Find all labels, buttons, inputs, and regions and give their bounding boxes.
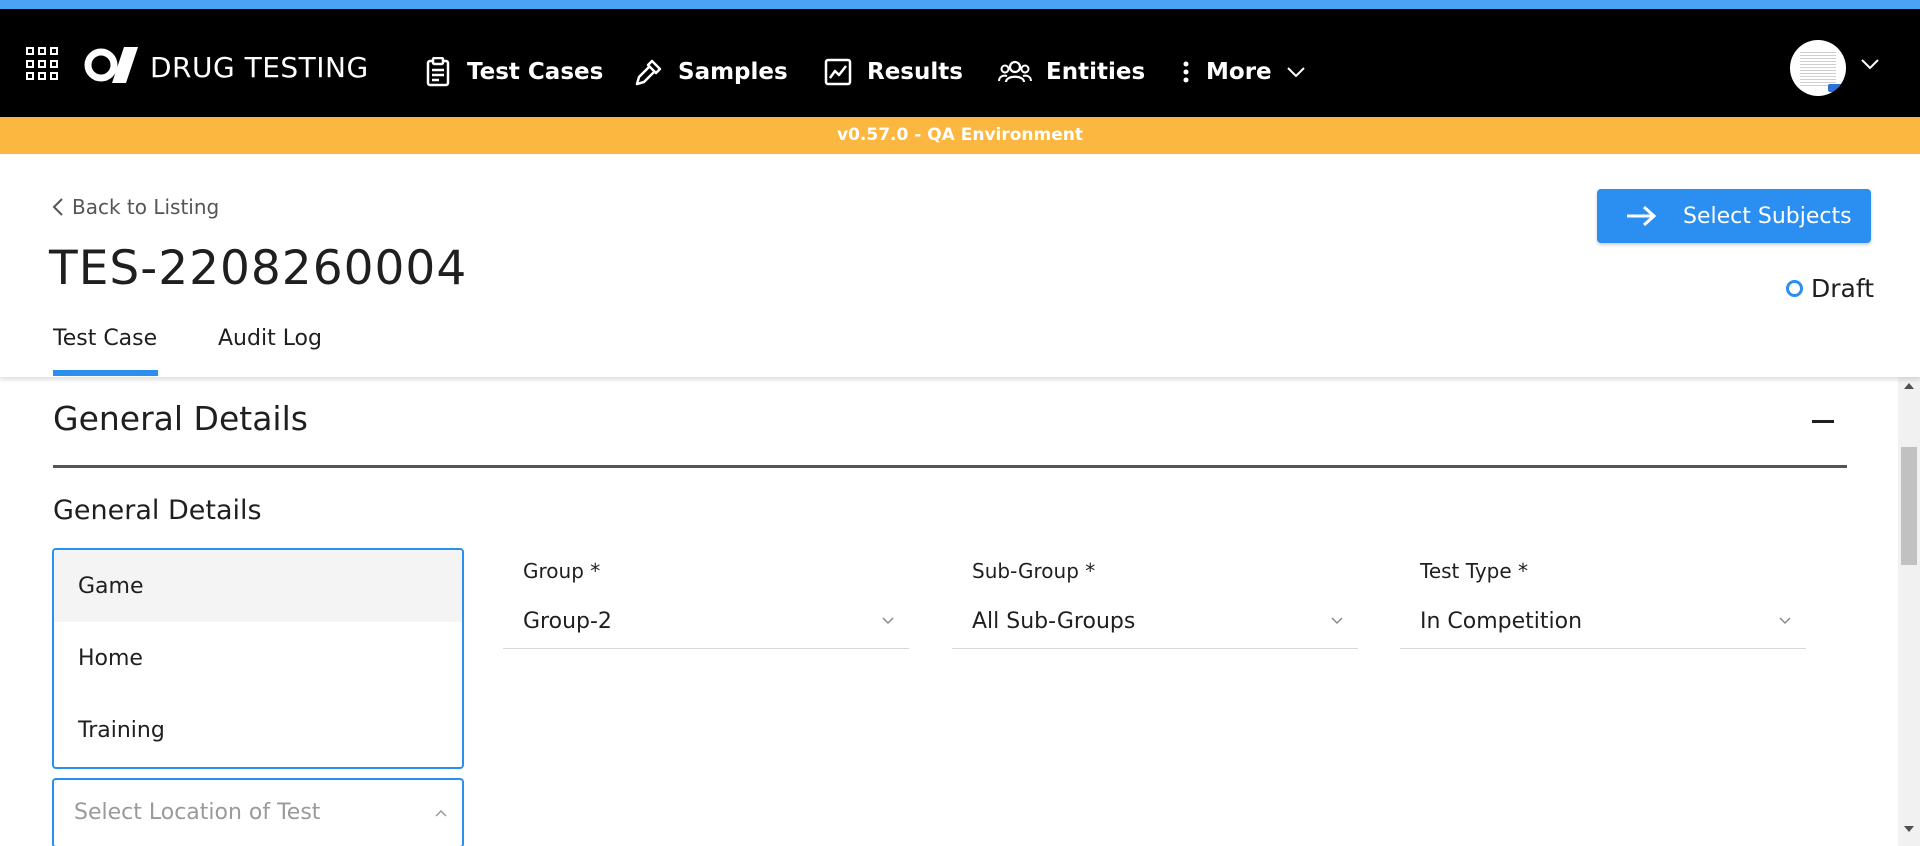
- section-title: General Details: [53, 399, 308, 438]
- arrow-right-icon: [1627, 205, 1657, 227]
- group-select[interactable]: Group-2: [503, 601, 909, 649]
- tab-test-case[interactable]: Test Case: [53, 326, 157, 351]
- dropdown-option-home[interactable]: Home: [54, 622, 462, 694]
- dropdown-option-training[interactable]: Training: [54, 694, 462, 766]
- active-tab-indicator: [53, 370, 158, 376]
- page-title: TES-2208260004: [49, 241, 468, 296]
- tab-audit-log[interactable]: Audit Log: [218, 326, 322, 351]
- back-to-listing-link[interactable]: Back to Listing: [52, 195, 219, 219]
- brand-name: DRUG TESTING: [150, 51, 369, 84]
- logo-mark-icon: [84, 47, 138, 83]
- test-type-label: Test Type *: [1420, 559, 1529, 583]
- nav-more[interactable]: More: [1180, 18, 1306, 126]
- sub-group-value: All Sub-Groups: [972, 609, 1136, 634]
- nav-samples[interactable]: Samples: [634, 18, 788, 126]
- back-link-label: Back to Listing: [72, 195, 220, 219]
- chevron-left-icon: [52, 198, 63, 216]
- pipette-icon: [635, 59, 662, 86]
- nav-label: Results: [867, 59, 963, 85]
- chart-line-icon: [824, 58, 852, 86]
- status-badge: Draft: [1786, 274, 1874, 303]
- clipboard-icon: [426, 57, 450, 87]
- nav-test-cases[interactable]: Test Cases: [423, 18, 603, 126]
- location-dropdown-menu: Game Home Training: [52, 548, 464, 769]
- collapse-icon[interactable]: [1812, 420, 1834, 423]
- chevron-down-icon[interactable]: [1860, 57, 1880, 71]
- scroll-down-arrow-icon[interactable]: [1904, 826, 1914, 832]
- avatar-badge: [1828, 84, 1844, 92]
- dropdown-option-game[interactable]: Game: [54, 550, 462, 622]
- top-navigation-bar: DRUG TESTING Test Cases Samples Results: [0, 9, 1920, 124]
- nav-label: Entities: [1046, 59, 1146, 85]
- test-type-select[interactable]: In Competition: [1400, 601, 1806, 649]
- group-label: Group *: [523, 559, 601, 583]
- chevron-up-icon: [435, 809, 447, 817]
- status-label: Draft: [1811, 274, 1875, 303]
- select-subjects-button[interactable]: Select Subjects: [1597, 189, 1871, 243]
- chevron-down-icon: [1331, 617, 1343, 625]
- vertical-scrollbar[interactable]: [1898, 377, 1920, 846]
- chevron-down-icon: [1779, 617, 1791, 625]
- page-header: Back to Listing TES-2208260004 Test Case…: [0, 154, 1920, 377]
- more-vertical-icon: [1183, 61, 1189, 83]
- nav-label: Samples: [678, 59, 788, 85]
- main-content: General Details General Details Game Hom…: [0, 377, 1898, 846]
- nav-label: Test Cases: [467, 59, 604, 85]
- chevron-down-icon: [882, 617, 894, 625]
- app-grid-icon[interactable]: [26, 47, 60, 81]
- select-subjects-label: Select Subjects: [1683, 203, 1852, 229]
- group-value: Group-2: [523, 609, 612, 634]
- location-of-test-select[interactable]: Select Location of Test: [52, 778, 464, 846]
- status-ring-icon: [1786, 280, 1803, 297]
- location-placeholder: Select Location of Test: [74, 800, 321, 825]
- nav-results[interactable]: Results: [823, 18, 963, 126]
- section-divider: [53, 465, 1847, 468]
- test-type-value: In Competition: [1420, 609, 1583, 634]
- nav-entities[interactable]: Entities: [998, 18, 1145, 126]
- nav-label: More: [1206, 59, 1272, 85]
- users-icon: [998, 60, 1032, 83]
- top-accent-line: [0, 0, 1920, 9]
- sub-group-label: Sub-Group *: [972, 559, 1096, 583]
- environment-banner: v0.57.0 - QA Environment: [0, 117, 1920, 154]
- avatar-image: [1800, 50, 1836, 86]
- subsection-title: General Details: [53, 495, 262, 526]
- sub-group-select[interactable]: All Sub-Groups: [952, 601, 1358, 649]
- chevron-down-icon: [1286, 67, 1305, 78]
- scroll-up-arrow-icon[interactable]: [1904, 383, 1914, 389]
- scroll-thumb[interactable]: [1901, 447, 1917, 565]
- logo[interactable]: [84, 43, 142, 87]
- avatar[interactable]: [1790, 40, 1846, 96]
